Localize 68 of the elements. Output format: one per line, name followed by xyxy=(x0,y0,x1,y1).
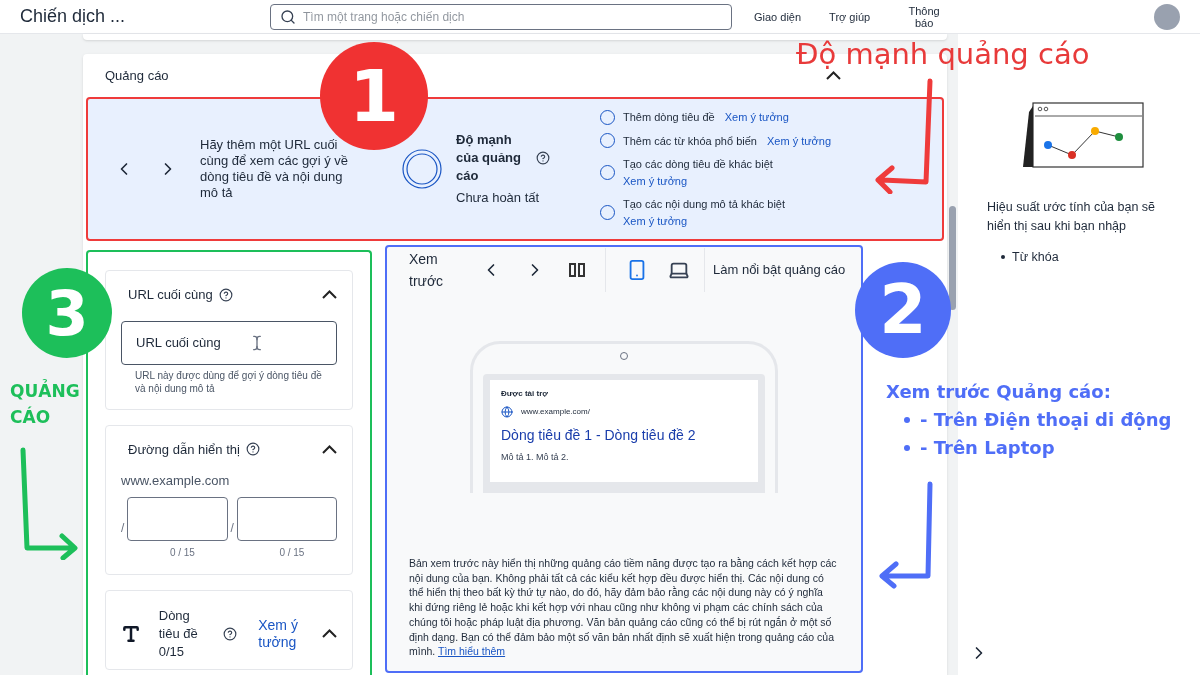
strength-ring-icon xyxy=(402,149,442,189)
help-icon[interactable] xyxy=(218,287,233,302)
bullet-icon xyxy=(1001,255,1005,260)
search-icon xyxy=(280,8,296,25)
help-icon[interactable] xyxy=(222,626,237,641)
ad-description: Mô tả 1. Mô tả 2. xyxy=(501,451,570,464)
header-action[interactable]: Giao diện xyxy=(754,10,802,23)
page-title: Chiến dịch ... xyxy=(20,5,127,28)
scrollbar-thumb[interactable] xyxy=(949,206,956,310)
learn-more-link[interactable]: Tìm hiểu thêm xyxy=(438,645,506,658)
search-field[interactable]: Tìm một trang hoặc chiến dịch xyxy=(270,3,732,30)
help-icon[interactable] xyxy=(245,442,260,457)
character-counter: 0 / 15 xyxy=(168,545,196,560)
text-size-icon xyxy=(121,623,141,644)
ideas-link[interactable]: Xem ý tưởng xyxy=(623,212,688,229)
path-field[interactable] xyxy=(127,496,228,541)
field-help-text: URL này được dùng để gợi ý dòng tiêu đề và nội dung mô tả xyxy=(134,368,323,395)
chevron-up-icon xyxy=(322,629,337,638)
columns-button[interactable] xyxy=(569,263,585,277)
annotation-title: QUẢNG CÁO xyxy=(10,378,81,429)
suggestion-text: Tạo các dòng tiêu đề khác biệt xyxy=(623,157,773,172)
chevron-up-icon xyxy=(826,71,841,80)
header-action[interactable]: Trợ giúp xyxy=(829,10,871,23)
chevron-up-icon xyxy=(322,290,337,300)
header-action[interactable]: Thông báo xyxy=(898,4,951,29)
headline-count: 0/15 xyxy=(158,642,186,661)
ideas-link[interactable]: Xem ý tưởng xyxy=(623,172,688,189)
collapse-toggle[interactable] xyxy=(826,71,841,80)
path-field[interactable] xyxy=(236,496,337,541)
suggestion-text: Tạo các nội dung mô tả khác biệt xyxy=(623,197,786,212)
collapse-toggle[interactable] xyxy=(322,629,337,638)
character-counter: 0 / 15 xyxy=(278,545,306,560)
ideas-link[interactable]: Xem ý tưởng xyxy=(766,132,832,149)
bullet-icon xyxy=(904,417,910,423)
bullet-icon xyxy=(904,445,910,451)
strength-status: Chưa hoàn tất xyxy=(456,188,541,207)
globe-icon xyxy=(501,406,513,418)
ideas-link[interactable]: Xem ý tưởng xyxy=(724,109,789,126)
collapse-toggle[interactable] xyxy=(322,290,337,300)
card-title: Quảng cáo xyxy=(105,66,169,85)
collapse-toggle[interactable] xyxy=(322,444,337,454)
section-title: URL cuối cùng xyxy=(128,286,213,304)
help-icon[interactable] xyxy=(536,150,550,165)
preview-title: Xem trước xyxy=(409,250,445,291)
annotation-title: Độ mạnh quảng cáo xyxy=(796,40,1090,68)
columns-icon xyxy=(569,263,585,277)
annotation-item: - Trên Điện thoại di động xyxy=(920,408,1172,432)
annotation-item: - Trên Laptop xyxy=(920,436,1055,460)
sponsored-label: Được tài trợ xyxy=(501,388,549,400)
side-panel-text: Hiệu suất ước tính của bạn sẽ hiển thị sau khi bạn nhập xyxy=(987,199,1157,235)
annotation-title: Xem trước Quảng cáo: xyxy=(886,380,1112,404)
ideas-link[interactable]: Xem ý tưởng xyxy=(258,616,309,651)
path-separator: / xyxy=(121,520,125,537)
suggestion-text: Thêm dòng tiêu đề xyxy=(623,110,715,125)
preview-note: Bản xem trước này hiển thị những quảng cáo tiềm năng được tạo ra bằng cách kết hợp các nội dung của bạn. Không phải tất cả các kiểu kết hợp đều được hiển thị. Các nội dung có thể hiển thị theo bất kỳ thứ tự nào, do đó, hãy đảm bảo rằng các nội dung này có ý nghĩa khi đứng riêng lẻ hoặc khi kết hợp với nhau cũng như không vi phạm các chính sách của chúng tôi hoặc pháp luật địa phương. Văn bản quảng cáo cũng có thể bị rút ngắn ở một số định dạng. Bạn có thể đảm bảo một số văn bản nhất định sẽ xuất hiện trong quảng cáo của mình. Tìm hiểu thêm xyxy=(408,556,838,660)
avatar[interactable] xyxy=(1154,3,1180,30)
section-title: Dòng tiêu đề xyxy=(158,606,199,643)
strength-label: Độ mạnh của quảng cáo xyxy=(456,130,522,185)
ad-url: www.example.com/ xyxy=(521,406,590,418)
highlight-toggle-label[interactable]: Làm nổi bật quảng cáo xyxy=(713,260,846,280)
section-title: Đường dẫn hiển thị xyxy=(128,440,240,459)
ad-headline[interactable]: Dòng tiêu đề 1 - Dòng tiêu đề 2 xyxy=(501,425,747,446)
final-url-field[interactable]: URL cuối cùng xyxy=(121,320,337,365)
suggestion-text: Thêm các từ khóa phổ biến xyxy=(623,133,757,149)
path-separator: / xyxy=(230,520,234,537)
chevron-up-icon xyxy=(322,444,337,454)
bullet-item: Từ khóa xyxy=(1012,249,1059,266)
display-domain: www.example.com xyxy=(121,472,231,490)
